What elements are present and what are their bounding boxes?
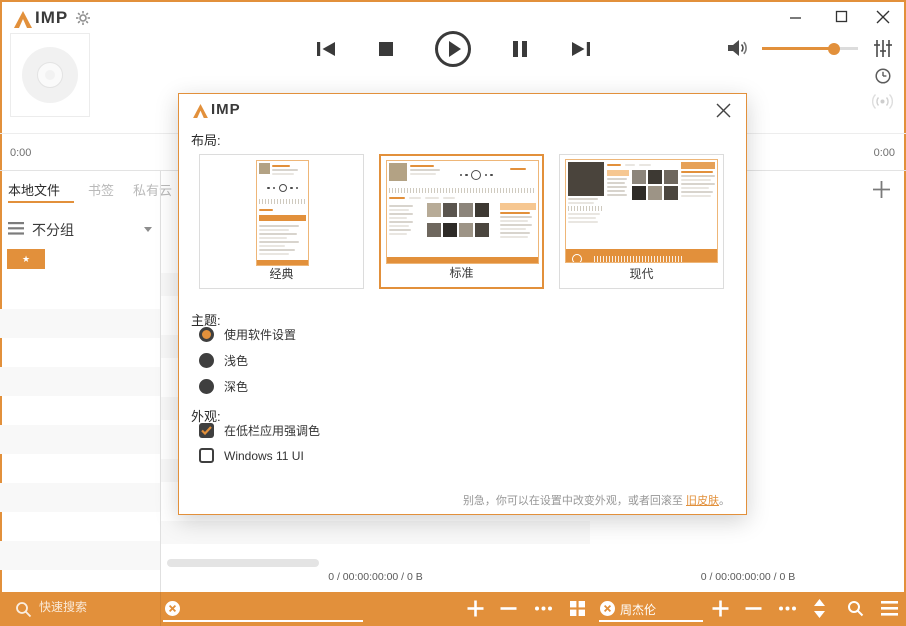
track-add-button[interactable] xyxy=(712,600,729,622)
track-more-button[interactable] xyxy=(778,600,797,622)
stop-button[interactable] xyxy=(379,42,393,61)
aimp-window: IMP xyxy=(0,0,906,626)
elapsed-time: 0:00 xyxy=(10,147,31,159)
playlist-add-button[interactable] xyxy=(467,600,484,622)
radio-selected-icon[interactable] xyxy=(199,327,214,342)
radio-broadcast-icon[interactable] xyxy=(872,93,893,115)
dialog-footer-note: 别急，你可以在设置中改变外观，或者回滚至 旧皮肤。 xyxy=(463,492,730,508)
layout-preview-standard-image xyxy=(386,160,539,264)
grouping-selector[interactable]: 不分组 xyxy=(32,220,74,240)
minimize-button[interactable] xyxy=(789,11,802,29)
layout-option-modern[interactable]: 现代 xyxy=(559,154,724,289)
theme-option-software[interactable]: 使用软件设置 xyxy=(199,326,296,343)
playlist-remove-button[interactable] xyxy=(500,600,517,622)
close-button[interactable] xyxy=(876,10,890,29)
dialog-aimp-logo-text: IMP xyxy=(211,101,241,118)
sort-button[interactable] xyxy=(813,599,826,623)
horizontal-scrollbar-thumb[interactable] xyxy=(167,559,319,567)
add-playlist-icon[interactable] xyxy=(873,181,890,203)
bottom-toolbar: 周杰伦 xyxy=(0,592,906,626)
rating-filter-button[interactable]: ★ xyxy=(7,249,45,269)
radio-icon[interactable] xyxy=(199,379,214,394)
track-remove-button[interactable] xyxy=(745,600,762,622)
maximize-button[interactable] xyxy=(835,10,848,28)
layout-classic-label: 经典 xyxy=(200,265,363,282)
window-border-top xyxy=(0,0,906,2)
tab-bookmarks[interactable]: 书签 xyxy=(88,180,114,199)
theme-option-light-label: 浅色 xyxy=(224,352,248,369)
theme-option-software-label: 使用软件设置 xyxy=(224,326,296,343)
playlist2-tab[interactable]: 周杰伦 xyxy=(620,601,656,618)
playlist2-close-icon[interactable] xyxy=(600,601,615,621)
theme-option-dark-label: 深色 xyxy=(224,378,248,395)
aimp-logo-text: IMP xyxy=(35,8,68,28)
settings-gear-icon[interactable] xyxy=(76,11,90,30)
checkbox-checked-icon[interactable] xyxy=(199,423,214,438)
layout-option-standard[interactable]: 标准 xyxy=(379,154,544,289)
layout-preview-modern-image xyxy=(565,159,718,263)
tab-local-files-underline xyxy=(8,201,74,203)
album-art xyxy=(10,33,90,117)
quick-search-icon xyxy=(15,601,32,623)
tab-private-cloud[interactable]: 私有云 xyxy=(133,180,172,199)
volume-icon[interactable] xyxy=(726,37,748,64)
theme-option-dark[interactable]: 深色 xyxy=(199,378,248,395)
volume-slider-handle[interactable] xyxy=(828,43,840,55)
remaining-time: 0:00 xyxy=(874,147,895,159)
playlist1-close-icon[interactable] xyxy=(165,601,180,621)
scheduler-clock-icon[interactable] xyxy=(875,68,891,89)
main-menu-button[interactable] xyxy=(881,601,898,621)
layout-standard-label: 标准 xyxy=(381,264,542,281)
playlist2-tab-underline[interactable] xyxy=(599,620,703,622)
old-skin-link[interactable]: 旧皮肤 xyxy=(686,495,719,507)
layout-preview-classic-image xyxy=(256,160,309,266)
playlist-search-button[interactable] xyxy=(847,600,864,622)
playlist2-status: 0 / 00:00:00:00 / 0 B xyxy=(590,571,906,583)
playlist-more-button[interactable] xyxy=(534,600,553,622)
volume-slider-fill xyxy=(762,47,834,50)
tab-local-files[interactable]: 本地文件 xyxy=(8,180,60,199)
equalizer-icon[interactable] xyxy=(874,39,892,63)
appearance-option-win11[interactable]: Windows 11 UI xyxy=(199,448,304,463)
theme-option-light[interactable]: 浅色 xyxy=(199,352,248,369)
pause-button[interactable] xyxy=(512,41,528,62)
dialog-close-icon[interactable] xyxy=(716,103,731,123)
next-button[interactable] xyxy=(572,41,590,62)
appearance-option-win11-label: Windows 11 UI xyxy=(224,449,304,463)
view-grid-button[interactable] xyxy=(570,601,585,621)
note-text: 别急，你可以在设置中改变外观，或者回滚至 xyxy=(463,495,686,507)
toolbar-divider xyxy=(160,592,161,626)
grouping-caret-icon[interactable] xyxy=(144,227,152,232)
dialog-aimp-logo-icon xyxy=(193,104,208,123)
note-suffix: 。 xyxy=(719,495,730,507)
skin-setup-dialog: IMP 布局: xyxy=(178,93,747,515)
checkbox-unchecked-icon[interactable] xyxy=(199,448,214,463)
group-menu-icon[interactable] xyxy=(8,222,24,240)
appearance-option-accent[interactable]: 在低栏应用强调色 xyxy=(199,422,320,439)
quick-search-input[interactable] xyxy=(37,599,156,615)
layout-modern-label: 现代 xyxy=(560,265,723,282)
radio-icon[interactable] xyxy=(199,353,214,368)
appearance-option-accent-label: 在低栏应用强调色 xyxy=(224,422,320,439)
aimp-logo-icon xyxy=(14,11,32,33)
layout-option-classic[interactable]: 经典 xyxy=(199,154,364,289)
layout-section-label: 布局: xyxy=(191,130,221,149)
previous-button[interactable] xyxy=(317,41,335,62)
playlist1-tab-underline[interactable] xyxy=(163,620,363,622)
play-button[interactable] xyxy=(434,30,472,73)
playlist-status: 0 / 00:00:00:00 / 0 B xyxy=(161,571,590,583)
